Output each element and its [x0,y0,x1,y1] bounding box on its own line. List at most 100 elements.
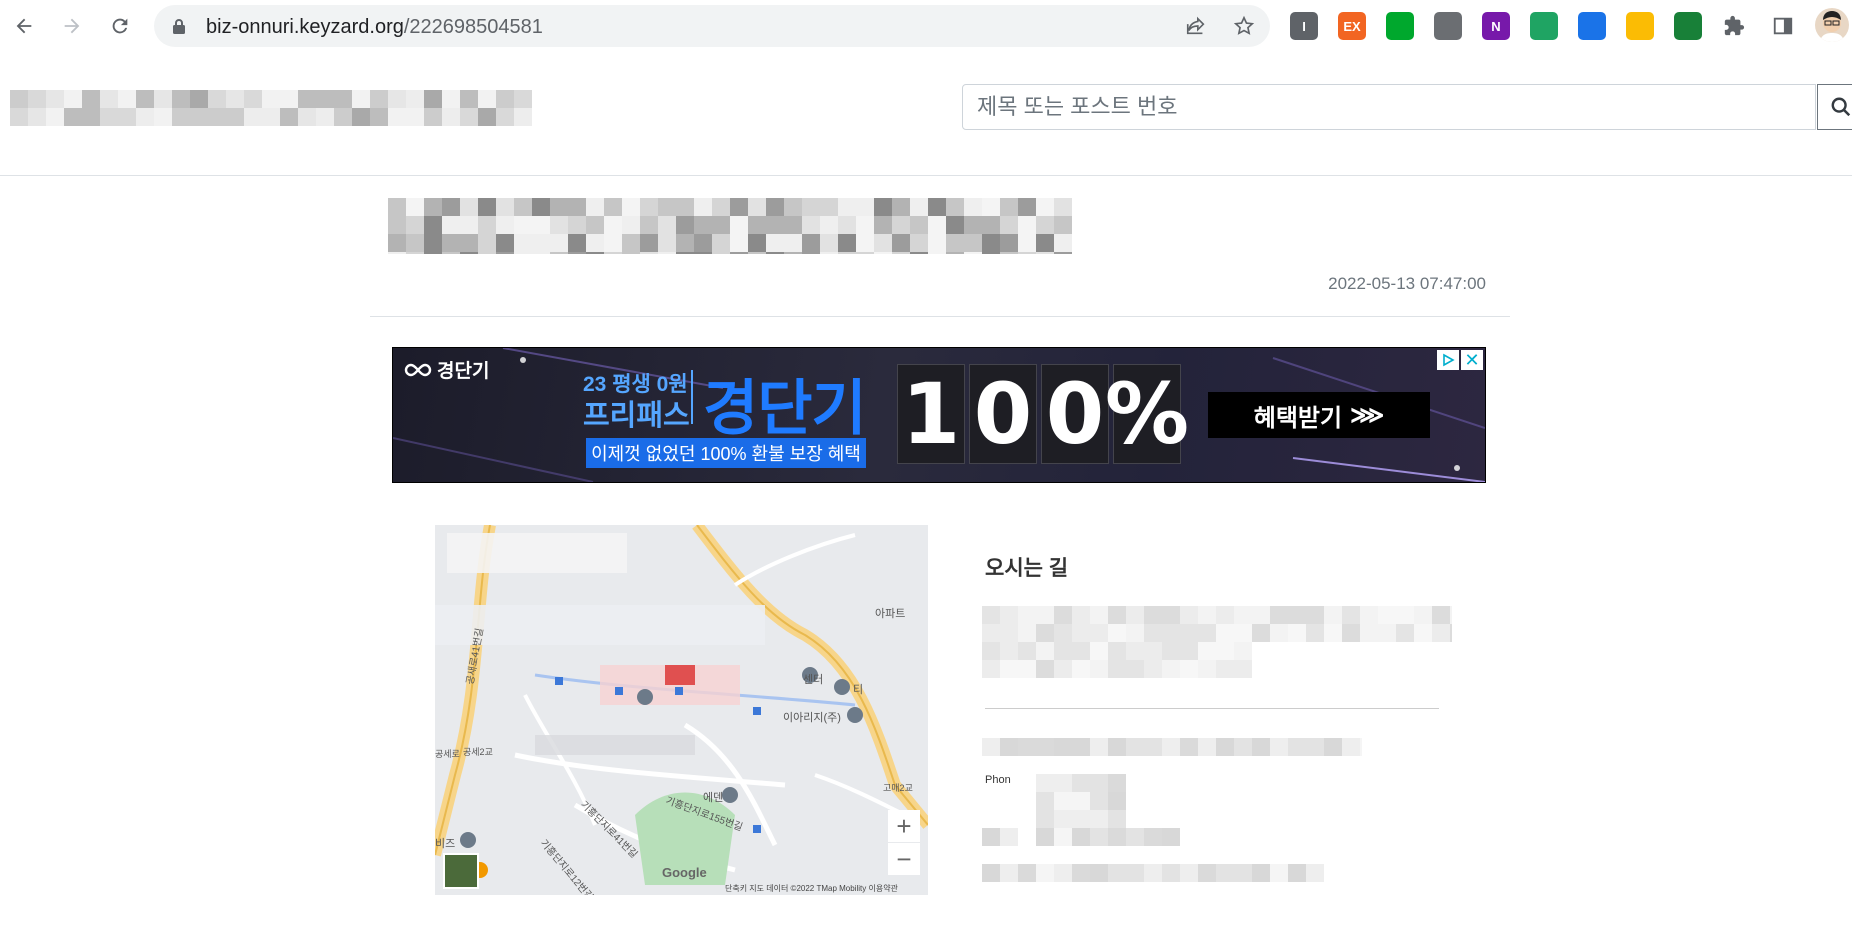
extension-photos-icon[interactable] [1578,12,1606,40]
mosaic-cell [676,252,694,254]
url-text[interactable]: biz-onnuri.keyzard.org/222698504581 [206,16,543,39]
ad-brand: 경단기 [703,375,867,442]
mosaic-cell [1432,606,1450,624]
ad-logo: 경단기 [403,356,489,383]
mosaic-cell [496,198,514,216]
mosaic-cell [406,198,424,216]
share-icon[interactable] [1184,14,1208,38]
map-bus-stop [555,677,563,685]
mosaic-cell [82,108,100,126]
map-label: 공세로 [435,749,460,759]
site-logo-pixelated[interactable] [10,90,532,126]
mosaic-cell [892,252,910,254]
mosaic-cell [928,216,946,234]
map-pin [460,832,476,848]
ad-digit: % [1104,364,1190,464]
address-bar[interactable]: biz-onnuri.keyzard.org/222698504581 [154,5,1270,47]
mosaic-cell [136,90,154,108]
mosaic-cell [622,198,640,216]
forward-button[interactable] [56,10,88,42]
extension-pen-icon[interactable] [1674,12,1702,40]
mosaic-cell [514,234,532,252]
extension-google-drive-icon[interactable] [1530,12,1558,40]
extension-ex-icon[interactable]: EX [1338,12,1366,40]
mosaic-cell [388,216,406,234]
mosaic-cell [550,198,568,216]
reload-button[interactable] [104,10,136,42]
mosaic-cell [964,234,982,252]
search-button[interactable] [1817,84,1852,130]
extension-onenote-icon[interactable]: N [1482,12,1510,40]
map-bus-stop [615,687,623,695]
ad-digit: 0 [969,364,1037,464]
mosaic-cell [982,252,1000,254]
mosaic-cell [946,198,964,216]
mosaic-cell [1306,864,1324,882]
mosaic-cell [1054,864,1072,882]
mosaic-cell [766,252,784,254]
map-attribution[interactable]: 단축키 지도 데이터 ©2022 TMap Mobility 이용약관 [725,883,898,894]
mosaic-cell [784,216,802,234]
adchoices-icon[interactable] [1437,350,1459,370]
mosaic-cell [1180,624,1198,642]
mosaic-cell [460,252,478,254]
mosaic-cell [712,234,730,252]
mosaic-cell [82,90,100,108]
mosaic-cell [1054,660,1072,678]
mosaic-cell [1090,738,1108,756]
mosaic-cell [982,624,1000,642]
extension-emoji-icon[interactable] [1626,12,1654,40]
map-canvas[interactable]: 아파트 센터 티 이아리지(주) 공세2교 고매2교 공세로 에덴 기흥단지로4… [435,525,928,895]
mosaic-cell [46,108,64,126]
ad-close-button[interactable]: ✕ [1461,350,1483,370]
mosaic-cell [226,108,244,126]
mosaic-cell [1000,828,1018,846]
mosaic-cell [172,90,190,108]
mosaic-cell [514,90,532,108]
ad-cta-button[interactable]: 혜택받기 ⋙ [1208,392,1430,438]
mosaic-cell [748,252,766,254]
profile-avatar[interactable] [1815,8,1849,42]
mosaic-cell [982,738,1000,756]
map-zoom-in-button[interactable]: + [888,810,920,842]
ad-banner[interactable]: 경단기 23 평생 0원 프리패스 경단기 이제껏 없었던 100% 환불 보장… [392,347,1486,483]
extensions-puzzle-icon[interactable] [1720,12,1748,40]
mosaic-cell [1288,606,1306,624]
mosaic-cell [1180,738,1198,756]
mosaic-cell [748,216,766,234]
mosaic-cell [1162,738,1180,756]
mosaic-cell [730,252,748,254]
embedded-map[interactable]: 아파트 센터 티 이아리지(주) 공세2교 고매2교 공세로 에덴 기흥단지로4… [435,525,928,895]
reload-icon [112,18,128,34]
search-input[interactable] [962,84,1816,130]
mosaic-cell [496,108,514,126]
mosaic-cell [730,198,748,216]
mosaic-cell [1054,774,1072,792]
mosaic-cell [1108,624,1126,642]
map-pin [834,679,850,695]
mosaic-cell [1162,660,1180,678]
mosaic-cell [1018,738,1036,756]
title-divider [370,316,1510,317]
map-satellite-toggle[interactable] [443,853,479,889]
side-panel-icon[interactable] [1769,12,1797,40]
mosaic-cell [532,252,550,254]
mosaic-cell [1414,624,1432,642]
mosaic-cell [1054,252,1072,254]
mosaic-cell [1054,606,1072,624]
extension-evernote-icon[interactable] [1386,12,1414,40]
mosaic-cell [982,828,1000,846]
mosaic-cell [658,198,676,216]
bookmark-star-icon[interactable] [1232,14,1256,38]
mosaic-cell [874,252,892,254]
extension-notes-icon[interactable] [1434,12,1462,40]
extension-instapaper-icon[interactable]: I [1290,12,1318,40]
mosaic-cell [1342,738,1360,756]
map-zoom-out-button[interactable]: − [888,843,920,875]
mosaic-cell [712,198,730,216]
mosaic-cell [136,108,154,126]
back-button[interactable] [8,10,40,42]
mosaic-cell [460,216,478,234]
map-label: 공세2교 [463,747,493,757]
mosaic-cell [586,234,604,252]
